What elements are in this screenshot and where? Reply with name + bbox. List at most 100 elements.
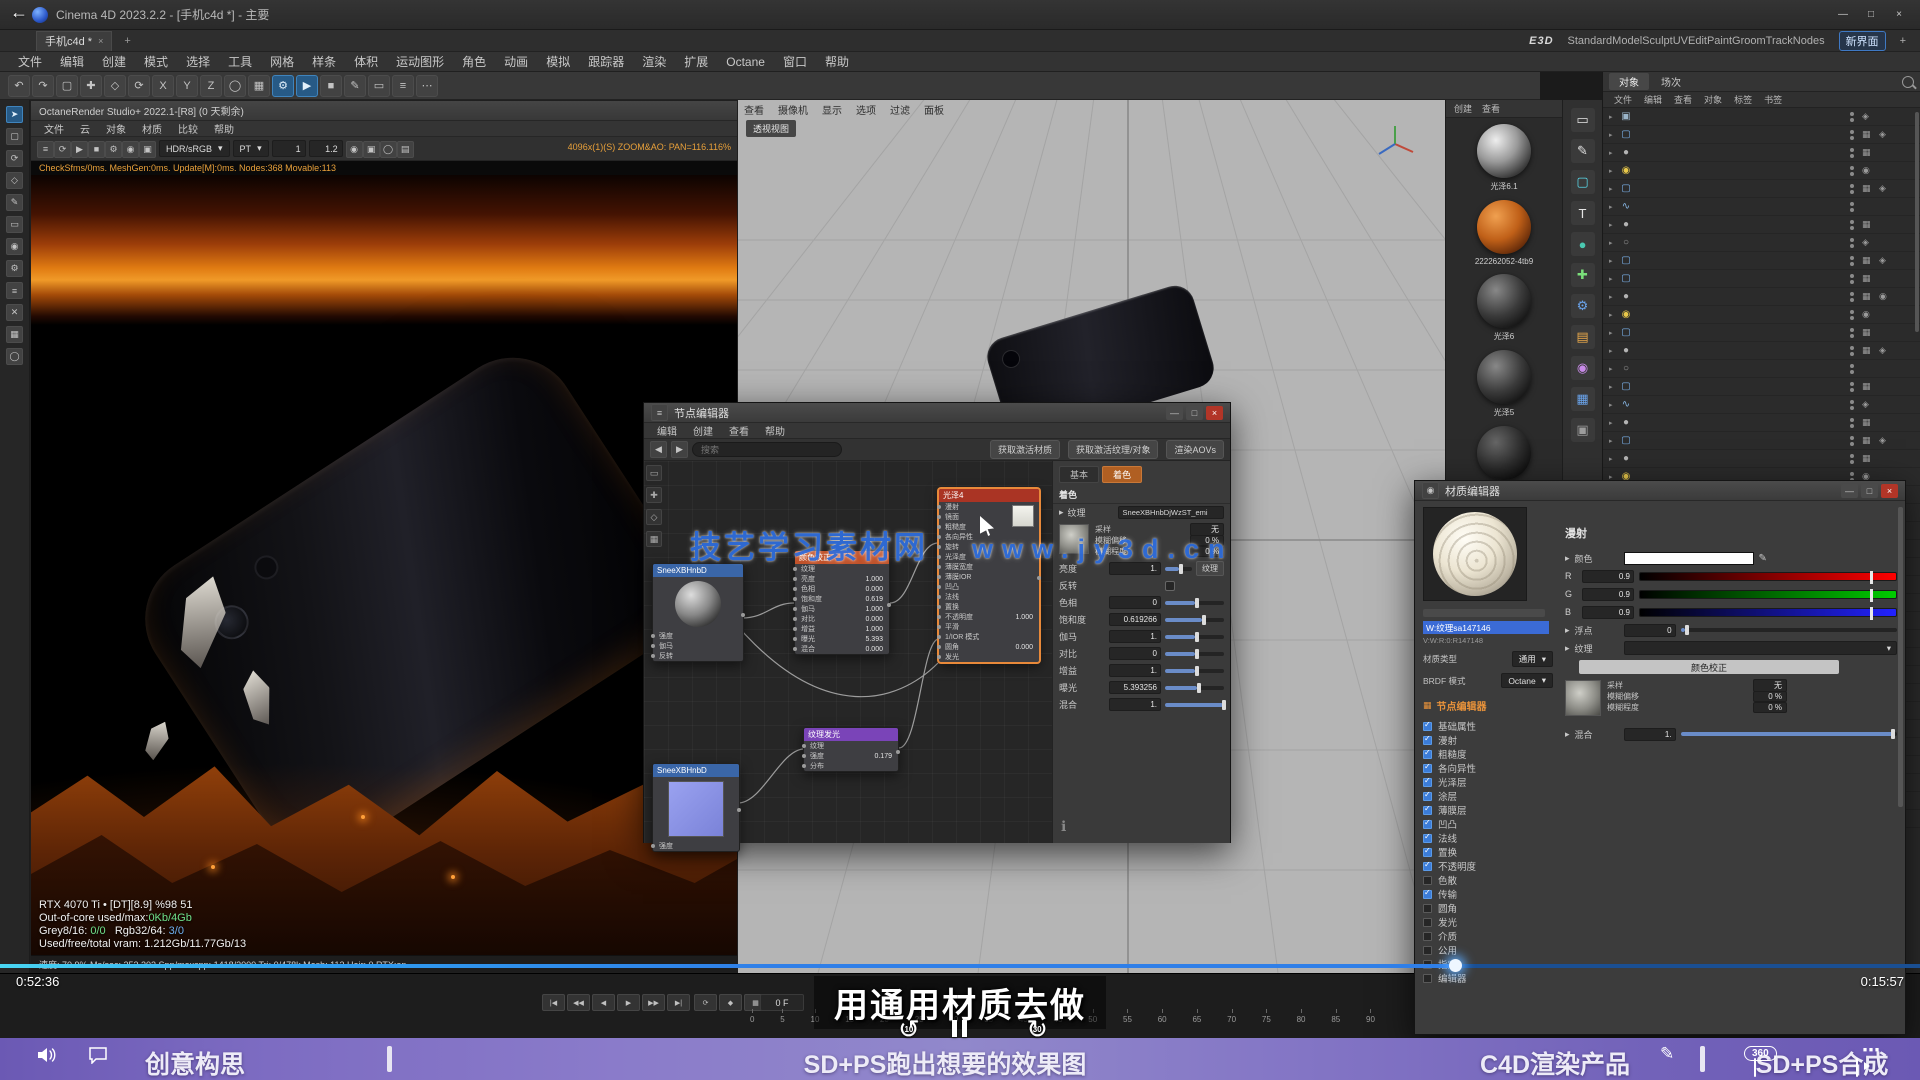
material-item[interactable]: 光泽6.1	[1446, 118, 1562, 194]
expand-icon[interactable]: ▸	[1609, 149, 1619, 157]
maximize-button[interactable]: □	[1186, 406, 1203, 420]
channel-value-field[interactable]: 0.9	[1582, 570, 1634, 583]
visibility-dots[interactable]	[1850, 238, 1854, 248]
object-tags[interactable]: ▦ ◈	[1862, 183, 1914, 194]
parameter-value-field[interactable]: 1.	[1109, 630, 1161, 643]
node-side-tool-icon[interactable]: ▦	[646, 531, 662, 547]
cast-icon[interactable]	[1856, 1058, 1858, 1077]
color-swatch[interactable]	[1624, 552, 1754, 565]
expand-icon[interactable]: ▸	[1609, 221, 1619, 229]
node-port-row[interactable]: 置换	[939, 602, 1039, 612]
material-item[interactable]: 222262052-4tb9	[1446, 194, 1562, 268]
menu-item[interactable]: 体积	[346, 53, 386, 70]
tool-icon[interactable]: ◇	[6, 172, 23, 189]
texture-link-field[interactable]: SneeXBHnbDjWzST_emi	[1118, 506, 1224, 519]
channel-item[interactable]: 粗糙度	[1423, 747, 1553, 761]
tab-basic[interactable]: 基本	[1059, 466, 1099, 483]
expand-icon[interactable]: ▸	[1609, 293, 1619, 301]
toolbar-icon[interactable]: ◯	[224, 75, 246, 97]
get-active-material-button[interactable]: 获取激活材质	[990, 440, 1060, 459]
node-port-row[interactable]: 漫射	[939, 502, 1039, 512]
node-port-row[interactable]: 增益1.000	[795, 624, 889, 634]
node-port-row[interactable]: 镜面	[939, 512, 1039, 522]
mix-slider[interactable]	[1681, 732, 1897, 736]
octane-tool-icon[interactable]: ⚙	[105, 141, 122, 158]
object-tags[interactable]: ▦ ◈	[1862, 129, 1914, 140]
help-icon[interactable]: ℹ	[1061, 818, 1066, 835]
object-manager-menu-item[interactable]: 对象	[1699, 93, 1727, 106]
menu-item[interactable]: 网格	[262, 53, 302, 70]
chat-icon[interactable]	[88, 1046, 108, 1069]
expand-icon[interactable]: ▸	[1609, 113, 1619, 121]
expand-icon[interactable]: ▸	[1609, 239, 1619, 247]
menu-item[interactable]: 选择	[178, 53, 218, 70]
toolbar-icon[interactable]: ⋯	[416, 75, 438, 97]
node-port-row[interactable]: 强度	[653, 841, 739, 851]
tool-icon[interactable]: ▦	[6, 326, 23, 343]
panel-tool-icon[interactable]: ▣	[1571, 418, 1595, 442]
node-port-row[interactable]: 圆角0.000	[939, 642, 1039, 652]
expand-icon[interactable]: ▸	[1609, 383, 1619, 391]
channel-item[interactable]: 介质	[1423, 929, 1553, 943]
object-tags[interactable]: ▦ ◈	[1862, 345, 1914, 356]
node-port-row[interactable]: 对比0.000	[795, 614, 889, 624]
workspace-tab[interactable]: UVEdit	[1673, 35, 1707, 47]
menu-item[interactable]: 创建	[94, 53, 134, 70]
menu-item[interactable]: 窗口	[775, 53, 815, 70]
viewport-menu-item[interactable]: 选项	[856, 102, 876, 117]
menu-item[interactable]: 渲染	[634, 53, 674, 70]
visibility-dots[interactable]	[1850, 112, 1854, 122]
float-slider[interactable]	[1681, 628, 1897, 632]
object-tags[interactable]: ▦ ◈	[1862, 435, 1914, 446]
material-item[interactable]: 光泽6	[1446, 268, 1562, 344]
object-tags[interactable]: ▦	[1862, 453, 1914, 464]
menu-item[interactable]: 角色	[454, 53, 494, 70]
channel-item[interactable]: 发光	[1423, 915, 1553, 929]
menu-item[interactable]: 帮助	[817, 53, 857, 70]
material-type-select[interactable]: 通用▾	[1512, 651, 1553, 667]
tab-objects[interactable]: 对象	[1609, 73, 1649, 90]
menu-item[interactable]: Octane	[718, 55, 773, 69]
panel-tool-icon[interactable]: ▤	[1571, 325, 1595, 349]
tool-icon[interactable]: ≡	[6, 282, 23, 299]
tab-takes[interactable]: 场次	[1651, 73, 1691, 90]
parameter-slider[interactable]	[1165, 601, 1224, 605]
node-side-tool-icon[interactable]: ◇	[646, 509, 662, 525]
parameter-value-field[interactable]: 0.619266	[1109, 613, 1161, 626]
channel-checkbox[interactable]	[1423, 792, 1432, 801]
channel-gradient-slider[interactable]	[1639, 572, 1897, 581]
channel-item[interactable]: 置换	[1423, 845, 1553, 859]
expand-icon[interactable]: ▸	[1609, 347, 1619, 355]
channel-item[interactable]: 各向异性	[1423, 761, 1553, 775]
node-texture-emission[interactable]: 纹理发光 纹理强度0.179分布	[803, 727, 899, 772]
close-button[interactable]: ×	[1206, 406, 1223, 420]
object-row[interactable]: ▸ ▦ ◈	[1603, 180, 1920, 198]
parameter-slider[interactable]	[1165, 652, 1224, 656]
add-document-tab-button[interactable]: +	[118, 35, 136, 47]
menu-item[interactable]: 运动图形	[388, 53, 452, 70]
hamburger-icon[interactable]: ≡	[651, 404, 668, 421]
visibility-dots[interactable]	[1850, 274, 1854, 284]
viewport-menu-item[interactable]: 过滤	[890, 102, 910, 117]
node-port-row[interactable]: 饱和度0.619	[795, 594, 889, 604]
object-row[interactable]: ▸ ▦	[1603, 324, 1920, 342]
object-tags[interactable]: ▦	[1862, 219, 1914, 230]
checkbox[interactable]	[1165, 581, 1175, 591]
add-workspace-button[interactable]: +	[1900, 35, 1906, 47]
expand-icon[interactable]: ▸	[1565, 729, 1570, 740]
expand-icon[interactable]: ▸	[1609, 185, 1619, 193]
tool-icon[interactable]: ✕	[6, 304, 23, 321]
workspace-tab[interactable]: Nodes	[1793, 35, 1825, 47]
parameter-value-field[interactable]: 0	[1109, 647, 1161, 660]
visibility-dots[interactable]	[1850, 148, 1854, 158]
volume-icon[interactable]	[36, 1046, 58, 1069]
expand-icon[interactable]: ▸	[1609, 203, 1619, 211]
node-port-row[interactable]: 凹凸	[939, 582, 1039, 592]
node-side-tool-icon[interactable]: ▭	[646, 465, 662, 481]
node-editor-menu-item[interactable]: 查看	[722, 423, 756, 438]
texture-dropdown[interactable]: ▾	[1624, 641, 1897, 655]
channel-checkbox[interactable]	[1423, 862, 1432, 871]
materials-menu-item[interactable]: 创建	[1454, 102, 1472, 115]
channel-checkbox[interactable]	[1423, 946, 1432, 955]
octane-mode-select[interactable]: HDR/sRGB▾	[159, 140, 230, 157]
